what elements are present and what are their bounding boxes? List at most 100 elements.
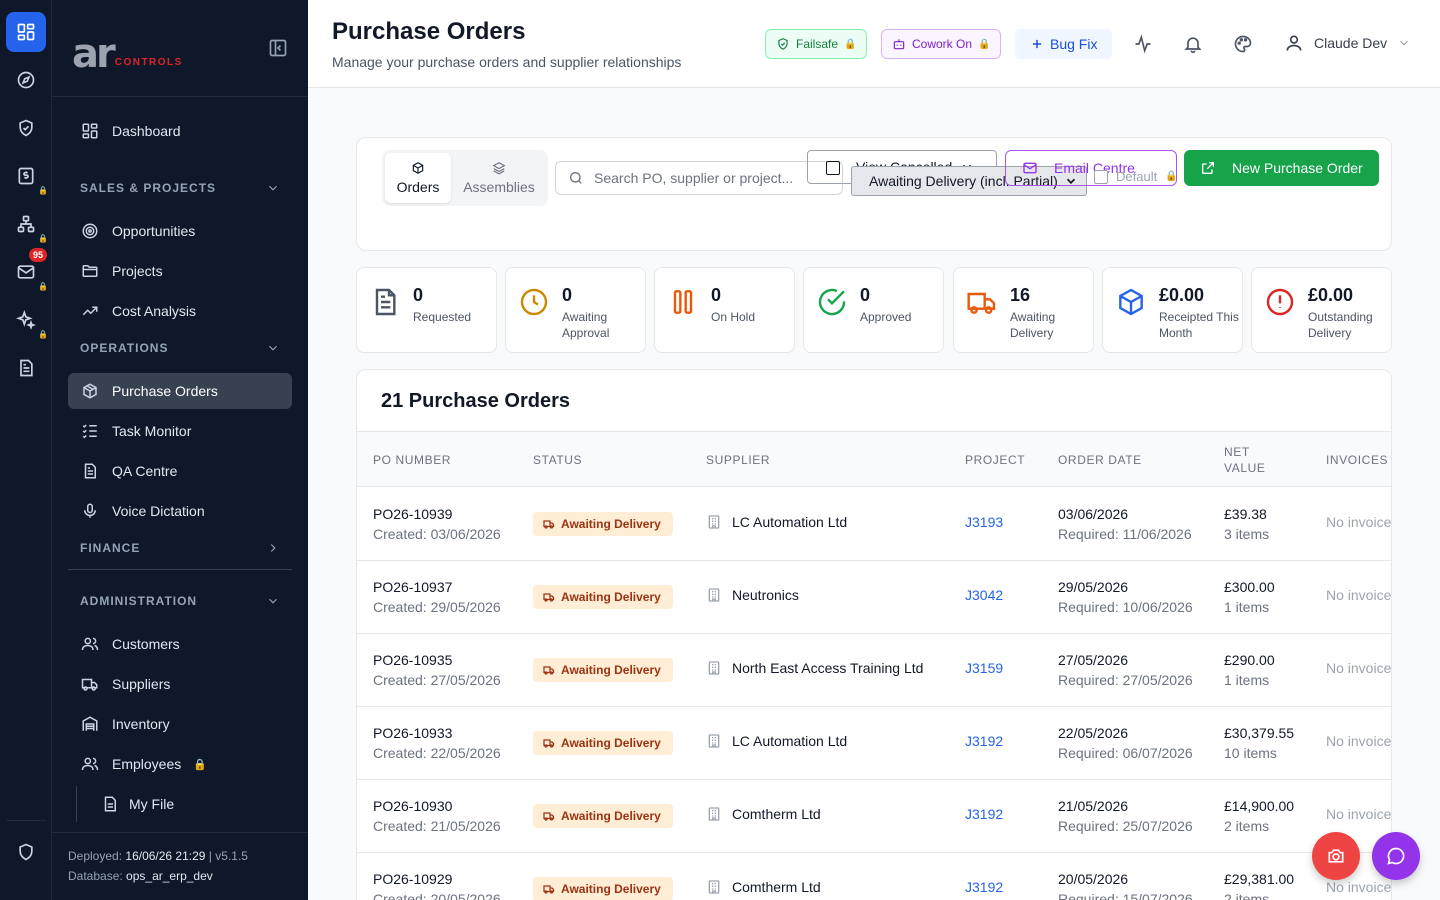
stat-card-awaiting-delivery[interactable]: 16 Awaiting Delivery <box>953 267 1094 353</box>
nav-task-monitor[interactable]: Task Monitor <box>68 413 292 449</box>
user-menu[interactable]: Claude Dev <box>1284 33 1411 53</box>
order-date: 27/05/2026 <box>1058 652 1129 668</box>
view-cancelled-checkbox[interactable] <box>826 161 840 175</box>
tab-orders[interactable]: Orders <box>385 153 451 203</box>
nav-employees[interactable]: Employees 🔒 <box>68 746 292 782</box>
nav-qa-centre[interactable]: QA Centre <box>68 453 292 489</box>
nav-section-operations[interactable]: OPERATIONS <box>80 341 280 355</box>
col-value[interactable]: VALUE <box>1224 460 1265 476</box>
supplier-cell[interactable]: Comtherm Ltd <box>706 806 821 822</box>
truck-icon <box>80 674 100 694</box>
net-value: £29,381.00 <box>1224 871 1295 887</box>
supplier-cell[interactable]: Neutronics <box>706 587 799 603</box>
status-label: Awaiting Delivery <box>561 663 661 677</box>
item-count: 1 items <box>1224 599 1270 615</box>
col-net[interactable]: NET <box>1224 444 1250 460</box>
supplier-cell[interactable]: North East Access Training Ltd <box>706 660 923 676</box>
nav-section-finance[interactable]: FINANCE <box>80 541 280 555</box>
nav-dashboard[interactable]: Dashboard <box>68 113 292 149</box>
nav-cost-analysis[interactable]: Cost Analysis <box>68 293 292 329</box>
po-number[interactable]: PO26-10935 <box>373 650 501 670</box>
nav-section-administration[interactable]: ADMINISTRATION <box>80 594 280 608</box>
cowork-toggle[interactable]: Cowork On 🔒 <box>881 29 1002 59</box>
sidebar-collapse-icon[interactable] <box>268 38 288 58</box>
po-number[interactable]: PO26-10930 <box>373 796 501 816</box>
col-project[interactable]: PROJECT <box>965 452 1025 468</box>
stat-value: £0.00 <box>1159 285 1205 305</box>
stat-card-on-hold[interactable]: 0 On Hold <box>654 267 795 353</box>
table-row[interactable]: PO26-10939 Created: 03/06/2026 Awaiting De… <box>357 488 1391 561</box>
compass-icon[interactable] <box>6 60 46 100</box>
tab-label: Assemblies <box>463 179 535 195</box>
stat-card-receipted-this-month[interactable]: £0.00 Receipted This Month <box>1102 267 1243 353</box>
nav-opportunities[interactable]: Opportunities <box>68 213 292 249</box>
nav-voice-dictation[interactable]: Voice Dictation <box>68 493 292 529</box>
status-badge: Awaiting Delivery <box>533 512 673 536</box>
po-number[interactable]: PO26-10929 <box>373 869 501 889</box>
status-badge: Awaiting Delivery <box>533 658 673 682</box>
apps-grid-icon[interactable] <box>6 12 46 52</box>
po-number[interactable]: PO26-10933 <box>373 723 501 743</box>
chat-button[interactable] <box>1372 832 1420 880</box>
order-date-cell: 20/05/2026 Required: 15/07/2026 <box>1058 869 1193 900</box>
shield-check-icon[interactable] <box>6 108 46 148</box>
col-po-number[interactable]: PO NUMBER <box>373 452 451 468</box>
nav-customers[interactable]: Customers <box>68 626 292 662</box>
table-row[interactable]: PO26-10930 Created: 21/05/2026 Awaiting De… <box>357 780 1391 853</box>
bug-fix-button[interactable]: Bug Fix <box>1015 29 1113 59</box>
checklist-icon <box>80 421 100 441</box>
po-number[interactable]: PO26-10939 <box>373 504 501 524</box>
new-purchase-order-button[interactable]: New Purchase Order <box>1184 150 1379 186</box>
stat-card-awaiting-approval[interactable]: 0 Awaiting Approval <box>505 267 646 353</box>
project-link[interactable]: J3192 <box>965 806 1003 822</box>
supplier-cell[interactable]: LC Automation Ltd <box>706 514 847 530</box>
project-link[interactable]: J3192 <box>965 879 1003 895</box>
invoices-cell: No invoices <box>1326 660 1392 676</box>
nav-inventory[interactable]: Inventory <box>68 706 292 742</box>
stat-value: 0 <box>413 285 424 305</box>
nav-projects[interactable]: Projects <box>68 253 292 289</box>
supplier-cell[interactable]: Comtherm Ltd <box>706 879 821 895</box>
order-date-cell: 21/05/2026 Required: 25/07/2026 <box>1058 796 1193 836</box>
tab-assemblies[interactable]: Assemblies <box>454 153 544 203</box>
palette-icon[interactable] <box>1233 34 1253 54</box>
bell-icon[interactable] <box>1183 34 1203 54</box>
shield-icon[interactable] <box>6 832 46 872</box>
col-order-date[interactable]: ORDER DATE <box>1058 452 1142 468</box>
rail-divider <box>6 820 46 821</box>
stat-card-requested[interactable]: 0 Requested <box>356 267 497 353</box>
activity-icon[interactable] <box>1133 34 1153 54</box>
po-number[interactable]: PO26-10937 <box>373 577 501 597</box>
col-supplier[interactable]: SUPPLIER <box>706 452 770 468</box>
default-checkbox[interactable]: Default 🔒 <box>1094 169 1178 184</box>
screenshot-button[interactable] <box>1312 832 1360 880</box>
brand-logo[interactable]: ar CONTROLS <box>72 34 183 74</box>
stat-card-outstanding-delivery[interactable]: £0.00 Outstanding Delivery <box>1251 267 1392 353</box>
invoices-cell: No invoices <box>1326 587 1392 603</box>
project-link[interactable]: J3193 <box>965 514 1003 530</box>
nav-purchase-orders[interactable]: Purchase Orders <box>68 373 292 409</box>
document-icon[interactable] <box>6 348 46 388</box>
table-row[interactable]: PO26-10937 Created: 29/05/2026 Awaiting De… <box>357 561 1392 634</box>
table-row[interactable]: PO26-10933 Created: 22/05/2026 Awaiting De… <box>357 707 1392 780</box>
supplier-cell[interactable]: LC Automation Ltd <box>706 733 847 749</box>
table-row[interactable]: PO26-10929 Created: 20/05/2026 Awaiting De… <box>357 853 1391 900</box>
project-link[interactable]: J3042 <box>965 587 1003 603</box>
box-icon <box>1115 286 1147 318</box>
project-link[interactable]: J3159 <box>965 660 1003 676</box>
package-icon <box>411 161 425 175</box>
stat-card-approved[interactable]: 0 Approved <box>803 267 944 353</box>
target-icon <box>80 221 100 241</box>
col-status[interactable]: STATUS <box>533 452 582 468</box>
invoices-cell: No invoices <box>1326 733 1392 749</box>
failsafe-toggle[interactable]: Failsafe 🔒 <box>765 29 868 59</box>
nav-my-file[interactable]: My File <box>76 786 292 822</box>
search-input[interactable]: Search PO, supplier or project... <box>555 161 843 195</box>
col-invoices[interactable]: INVOICES <box>1326 452 1388 468</box>
project-link[interactable]: J3192 <box>965 733 1003 749</box>
truck-icon <box>543 664 555 676</box>
nav-section-sales[interactable]: SALES & PROJECTS <box>80 181 280 195</box>
table-row[interactable]: PO26-10935 Created: 27/05/2026 Awaiting De… <box>357 634 1392 707</box>
nav-suppliers[interactable]: Suppliers <box>68 666 292 702</box>
default-checkbox-box[interactable] <box>1094 169 1108 184</box>
